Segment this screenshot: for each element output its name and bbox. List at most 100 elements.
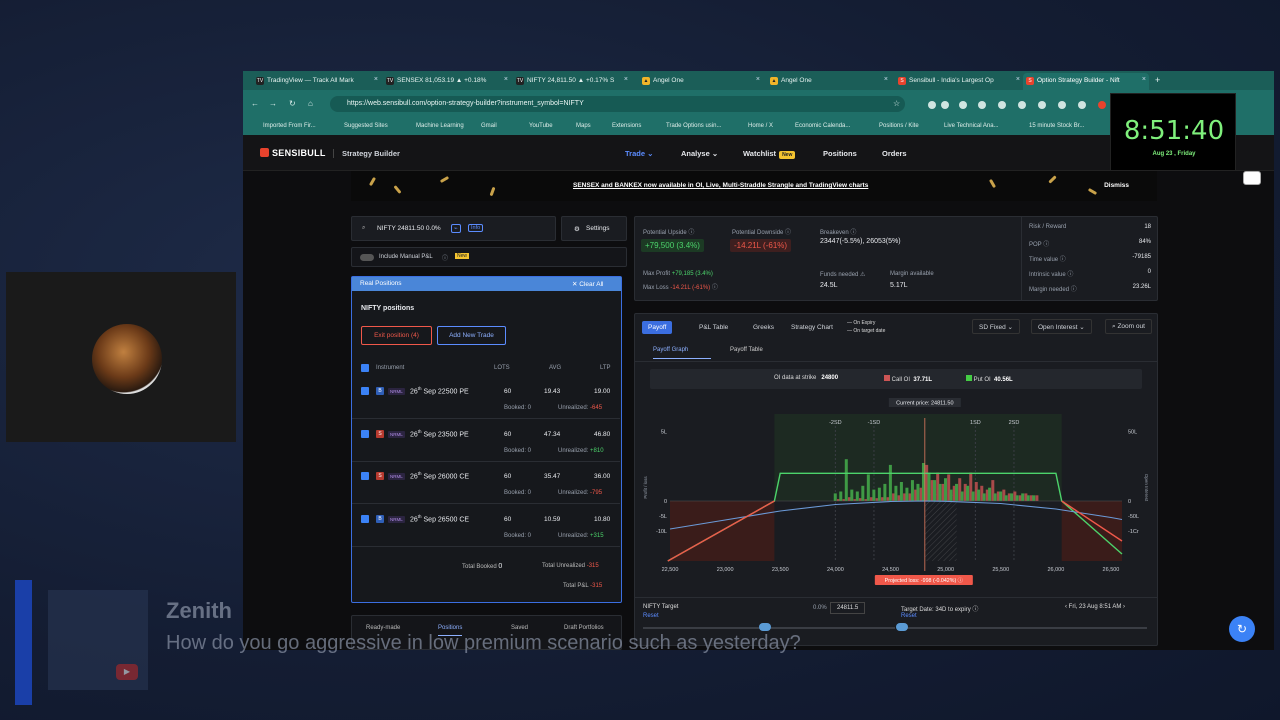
- product-badge: NRML: [388, 430, 405, 438]
- extension-icon[interactable]: [941, 101, 949, 109]
- extension-icon[interactable]: [998, 101, 1006, 109]
- row-checkbox[interactable]: [361, 387, 369, 395]
- bookmark-item[interactable]: Suggested Sites: [344, 123, 388, 129]
- tab-angel-one-2[interactable]: ▲ Angel One ×: [767, 73, 891, 90]
- tab-payoff[interactable]: Payoff: [642, 321, 673, 334]
- extension-icon[interactable]: [1078, 101, 1086, 109]
- bookmark-item[interactable]: Economic Calenda...: [795, 123, 850, 129]
- back-icon[interactable]: ←: [251, 99, 259, 108]
- bookmark-item[interactable]: Maps: [576, 123, 591, 129]
- extension-icon[interactable]: [1018, 101, 1026, 109]
- clear-all-button[interactable]: ✕ Clear All: [572, 280, 603, 288]
- side-badge: B: [376, 387, 384, 395]
- settings-button[interactable]: ⚙ Settings: [561, 216, 627, 241]
- instrument-search[interactable]: ⌕ NIFTY 24811.50 0.0% ⌁ Info: [351, 216, 556, 241]
- sensibull-logo[interactable]: SENSIBULL: [260, 148, 326, 158]
- tab-payoff-table[interactable]: Payoff Table: [730, 347, 763, 353]
- bookmark-item[interactable]: Machine Learning: [416, 123, 464, 129]
- strategy-stats: Potential Upside ⓘ +79,500 (3.4%) Potent…: [634, 216, 1158, 301]
- side-panel-icon[interactable]: [1243, 171, 1261, 185]
- y-tick-left: -10L: [656, 529, 667, 535]
- reset-nifty-button[interactable]: Reset: [643, 613, 659, 619]
- open-interest-select[interactable]: Open Interest ⌄: [1031, 319, 1092, 334]
- nav-trade[interactable]: Trade ⌄: [625, 149, 653, 158]
- manual-pl-toggle[interactable]: [360, 254, 374, 261]
- tab-greeks[interactable]: Greeks: [747, 321, 780, 334]
- forward-icon[interactable]: →: [269, 99, 277, 108]
- extension-icon[interactable]: [959, 101, 967, 109]
- row-checkbox[interactable]: [361, 514, 369, 523]
- target-date-picker[interactable]: ‹ Fri, 23 Aug 8:51 AM ›: [1065, 604, 1125, 610]
- bookmark-item[interactable]: Live Technical Ana...: [944, 123, 999, 129]
- nifty-slider-handle[interactable]: [759, 623, 771, 631]
- add-new-trade-button[interactable]: Add New Trade: [437, 326, 506, 345]
- bookmark-item[interactable]: Gmail: [481, 123, 497, 129]
- info-icon[interactable]: ⓘ: [442, 253, 448, 262]
- tab-draft-portfolios[interactable]: Draft Portfolios: [564, 625, 604, 631]
- row-checkbox[interactable]: [361, 472, 369, 480]
- zoom-out-button[interactable]: ⌕ Zoom out: [1105, 319, 1152, 334]
- position-row[interactable]: S NRML 26th Sep 26000 CE 60 35.47 36.00 Booked…: [352, 462, 620, 504]
- url-input[interactable]: https://web.sensibull.com/option-strateg…: [330, 96, 905, 112]
- tab-saved[interactable]: Saved: [511, 625, 528, 631]
- select-all-checkbox[interactable]: [361, 364, 369, 372]
- star-icon[interactable]: ☆: [893, 99, 900, 108]
- reload-icon[interactable]: ↻: [289, 99, 296, 108]
- nav-watchlist[interactable]: Watchlist New: [743, 149, 796, 159]
- close-icon[interactable]: ×: [624, 76, 628, 83]
- tab-ready-made[interactable]: Ready-made: [366, 625, 400, 631]
- info-button[interactable]: Info: [468, 224, 484, 232]
- refresh-icon[interactable]: ↻: [1229, 616, 1255, 642]
- close-icon[interactable]: ×: [1016, 76, 1020, 83]
- bookmark-item[interactable]: Imported From Fir...: [263, 123, 316, 129]
- nav-positions[interactable]: Positions: [823, 149, 857, 158]
- y-tick-left: 5L: [661, 429, 667, 435]
- position-row[interactable]: B NRML 26th Sep 26500 CE 60 10.59 10.80 Booked…: [352, 505, 620, 547]
- exit-position-button[interactable]: Exit position (4): [361, 326, 432, 345]
- tab-pl-table[interactable]: P&L Table: [693, 321, 734, 334]
- lots-value: 60: [504, 388, 512, 395]
- banner-message[interactable]: SENSEX and BANKEX now available in OI, L…: [573, 182, 868, 189]
- max-profit: Max Profit +79,185 (3.4%): [643, 271, 713, 277]
- tab-sensex[interactable]: TV SENSEX 81,053.19 ▲ +0.18% ×: [383, 73, 511, 90]
- nav-orders[interactable]: Orders: [882, 149, 907, 158]
- funds-needed-label: Funds needed ⚠: [820, 272, 866, 278]
- nifty-target-input[interactable]: 24811.5: [830, 602, 866, 614]
- close-icon[interactable]: ×: [504, 76, 508, 83]
- new-tab-button[interactable]: +: [1151, 71, 1165, 88]
- nav-analyse[interactable]: Analyse ⌄: [681, 149, 718, 158]
- position-row[interactable]: B NRML 26th Sep 22500 PE 60 19.43 19.00 Booked…: [352, 377, 620, 419]
- profile-icon[interactable]: [1098, 101, 1106, 109]
- row-checkbox[interactable]: [361, 429, 369, 438]
- payoff-chart[interactable]: -2SD -1SD 1SD 2SD Current price: 24811.50 22,…: [635, 394, 1157, 592]
- chart-icon[interactable]: ⌁: [451, 224, 461, 233]
- close-icon[interactable]: ×: [884, 76, 888, 83]
- sd-fixed-select[interactable]: SD Fixed ⌄: [972, 319, 1020, 334]
- extension-icon[interactable]: [1058, 101, 1066, 109]
- bookmark-item[interactable]: YouTube: [529, 123, 553, 129]
- tab-angel-one-1[interactable]: ▲ Angel One ×: [639, 73, 763, 90]
- date-slider-handle[interactable]: [896, 623, 908, 631]
- home-icon[interactable]: ⌂: [308, 99, 313, 108]
- tab-sensibull-home[interactable]: S Sensibull - India's Largest Op ×: [895, 73, 1023, 90]
- tab-nifty[interactable]: TV NIFTY 24,811.50 ▲ +0.17% S ×: [513, 73, 631, 90]
- bookmark-item[interactable]: Trade Options usin...: [666, 123, 721, 129]
- close-icon[interactable]: ×: [374, 76, 378, 83]
- tab-option-strategy-builder[interactable]: S Option Strategy Builder - Nift ×: [1023, 73, 1149, 90]
- bookmark-item[interactable]: Home / X: [748, 123, 773, 129]
- extension-icon[interactable]: [978, 101, 986, 109]
- tab-tradingview[interactable]: TV TradingView — Track All Mark ×: [253, 73, 381, 90]
- extension-icon[interactable]: [928, 101, 936, 109]
- tab-payoff-graph[interactable]: Payoff Graph: [653, 347, 711, 359]
- extension-icon[interactable]: [1038, 101, 1046, 109]
- bookmark-item[interactable]: Extensions: [612, 123, 641, 129]
- bookmark-item[interactable]: 15 minute Stock Br...: [1029, 123, 1084, 129]
- close-icon[interactable]: ×: [1142, 76, 1146, 83]
- close-icon[interactable]: ×: [756, 76, 760, 83]
- reset-date-button[interactable]: Reset: [901, 613, 917, 619]
- date-slider-track[interactable]: [901, 627, 1147, 629]
- position-row[interactable]: S NRML 26th Sep 23500 PE 60 47.34 46.80 Booked…: [352, 420, 620, 462]
- bookmark-item[interactable]: Positions / Kite: [879, 123, 919, 129]
- tab-strategy-chart[interactable]: Strategy Chart: [785, 321, 839, 334]
- dismiss-button[interactable]: Dismiss: [1104, 182, 1129, 189]
